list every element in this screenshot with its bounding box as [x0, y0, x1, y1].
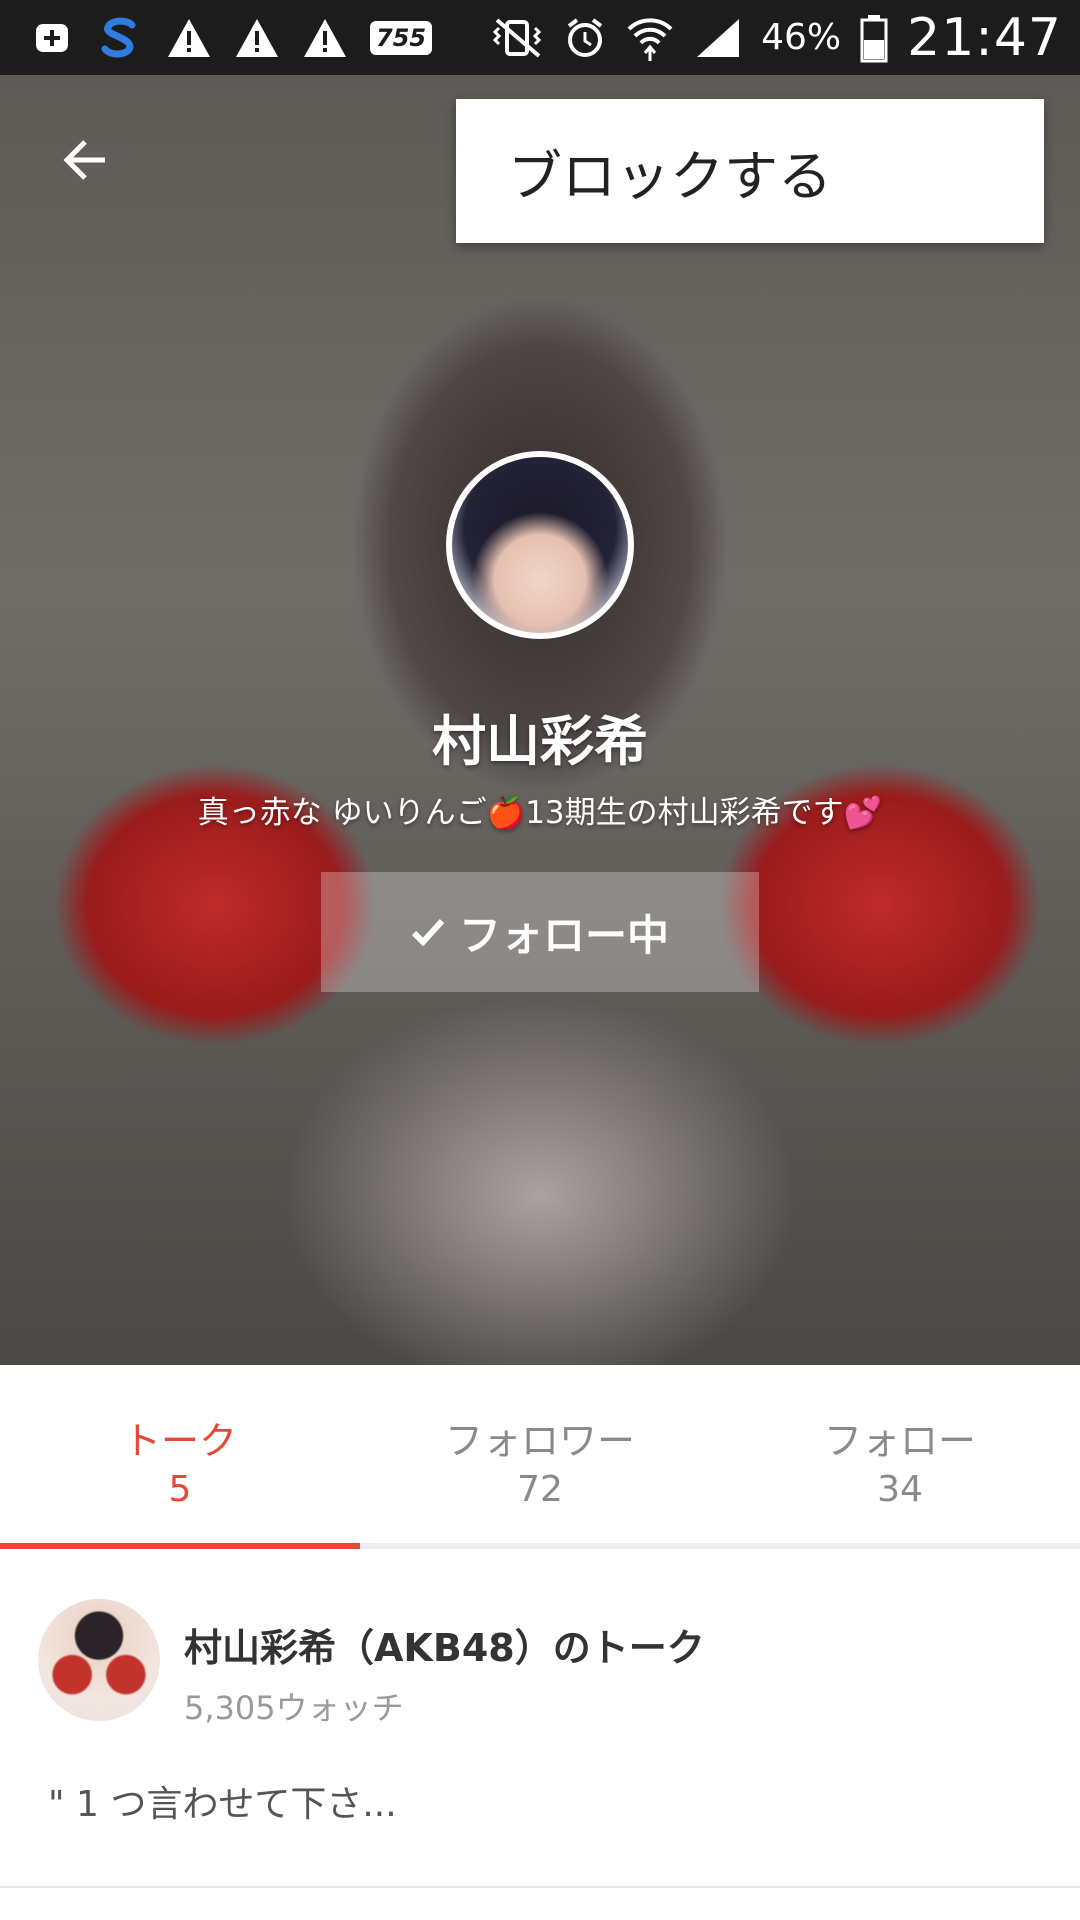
wifi-icon: [625, 13, 675, 63]
signal-icon: [693, 15, 743, 61]
profile-cover-photo: ブロックする 村山彩希 真っ赤な ゆいりんご🍎13期生の村山彩希です💕 フォロー…: [0, 75, 1080, 1365]
tab-label: フォロワー: [444, 1419, 635, 1463]
warning-icon: [234, 17, 280, 59]
status-bar-left: 755: [0, 13, 433, 63]
menu-item-block[interactable]: ブロックする: [456, 132, 832, 211]
tab-talk[interactable]: トーク 5: [0, 1365, 360, 1543]
status-bar: 755 46% 21:47: [0, 0, 1080, 75]
back-button[interactable]: [50, 125, 120, 195]
tab-label: トーク: [122, 1419, 237, 1463]
talk-watch-count: 5,305ウォッチ: [184, 1689, 404, 1727]
following-button-label: フォロー中: [458, 910, 669, 960]
arrow-left-icon: [63, 140, 105, 180]
s-app-icon: [94, 13, 144, 63]
tab-label: フォロー: [823, 1419, 976, 1463]
profile-avatar[interactable]: [446, 451, 634, 639]
tab-followers[interactable]: フォロワー 72: [360, 1365, 720, 1543]
tab-count: 5: [168, 1469, 192, 1510]
battery-percent: 46%: [761, 17, 842, 58]
profile-tabs: トーク 5 フォロワー 72 フォロー 34: [0, 1365, 1080, 1543]
divider: [0, 1886, 1080, 1888]
plus-badge-icon: [32, 18, 72, 58]
vibrate-icon: [489, 16, 545, 60]
talk-snippet: " 1 つ言わせて下さ...: [48, 1784, 397, 1825]
tab-count: 72: [517, 1469, 563, 1510]
app-box-icon: 755: [370, 20, 433, 55]
alarm-icon: [563, 16, 607, 60]
warning-icon: [166, 17, 212, 59]
profile-bio: 真っ赤な ゆいりんご🍎13期生の村山彩希です💕: [197, 795, 883, 831]
talk-thumbnail: [38, 1599, 160, 1721]
tab-count: 34: [877, 1469, 923, 1510]
overflow-menu: ブロックする: [456, 99, 1044, 243]
status-clock: 21:47: [907, 7, 1062, 68]
following-button[interactable]: フォロー中: [321, 872, 759, 992]
status-bar-right: 46% 21:47: [489, 8, 1080, 68]
talk-title: 村山彩希（AKB48）のトーク: [184, 1626, 705, 1670]
talk-list-item[interactable]: 村山彩希（AKB48）のトーク 5,305ウォッチ " 1 つ言わせて下さ...: [0, 1549, 1080, 1886]
battery-icon: [859, 13, 889, 63]
tab-following[interactable]: フォロー 34: [720, 1365, 1080, 1543]
checkmark-icon: [411, 918, 445, 947]
warning-icon: [302, 17, 348, 59]
profile-name: 村山彩希: [432, 710, 648, 773]
